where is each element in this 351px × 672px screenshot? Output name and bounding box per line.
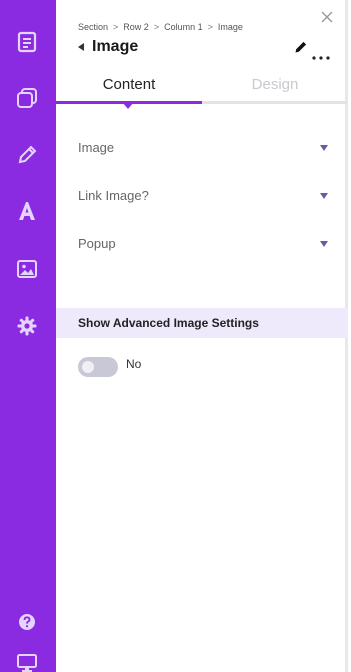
breadcrumb: Section > Row 2 > Column 1 > Image <box>78 22 243 32</box>
caret-down-icon <box>320 145 328 151</box>
title-row: Image <box>78 38 330 60</box>
font-icon[interactable] <box>16 200 38 222</box>
pencil-icon[interactable] <box>16 144 38 166</box>
help-icon[interactable] <box>16 611 38 633</box>
advanced-settings-header: Show Advanced Image Settings <box>56 308 348 338</box>
left-sidebar <box>0 0 56 672</box>
accordion-popup[interactable]: Popup <box>78 236 330 256</box>
image-icon[interactable] <box>16 258 38 280</box>
gear-icon[interactable] <box>16 315 38 337</box>
breadcrumb-item-image: Image <box>217 22 243 32</box>
layers-icon[interactable] <box>16 87 38 109</box>
breadcrumb-separator: > <box>153 22 160 32</box>
page-title: Image <box>92 38 139 55</box>
accordion-label: Popup <box>78 236 116 251</box>
breadcrumb-separator: > <box>207 22 213 32</box>
accordion-label: Link Image? <box>78 188 149 203</box>
accordion-link-image[interactable]: Link Image? <box>78 188 330 208</box>
page-icon[interactable] <box>16 31 38 53</box>
settings-panel: Section > Row 2 > Column 1 > Image Image Conte… <box>56 0 348 672</box>
caret-down-icon <box>320 193 328 199</box>
tab-bar: Content Design <box>56 74 348 104</box>
edit-pencil-icon[interactable] <box>294 40 308 54</box>
tab-content[interactable]: Content <box>56 74 202 104</box>
desktop-icon[interactable] <box>16 652 38 672</box>
tab-design[interactable]: Design <box>202 74 348 104</box>
toggle-knob <box>82 361 94 373</box>
back-caret-icon[interactable] <box>78 43 84 51</box>
advanced-settings-toggle[interactable] <box>78 357 118 377</box>
breadcrumb-item-column[interactable]: Column 1 <box>164 22 203 32</box>
active-tab-pointer <box>123 103 133 109</box>
breadcrumb-item-section[interactable]: Section <box>78 22 108 32</box>
breadcrumb-separator: > <box>113 22 119 32</box>
close-icon[interactable] <box>320 10 334 24</box>
advanced-settings-label: Show Advanced Image Settings <box>78 316 259 330</box>
caret-down-icon <box>320 241 328 247</box>
more-options-icon[interactable] <box>312 47 330 60</box>
accordion-label: Image <box>78 140 115 155</box>
accordion-image[interactable]: Image <box>78 140 330 160</box>
breadcrumb-item-row[interactable]: Row 2 <box>123 22 149 32</box>
toggle-state-label: No <box>126 357 142 371</box>
